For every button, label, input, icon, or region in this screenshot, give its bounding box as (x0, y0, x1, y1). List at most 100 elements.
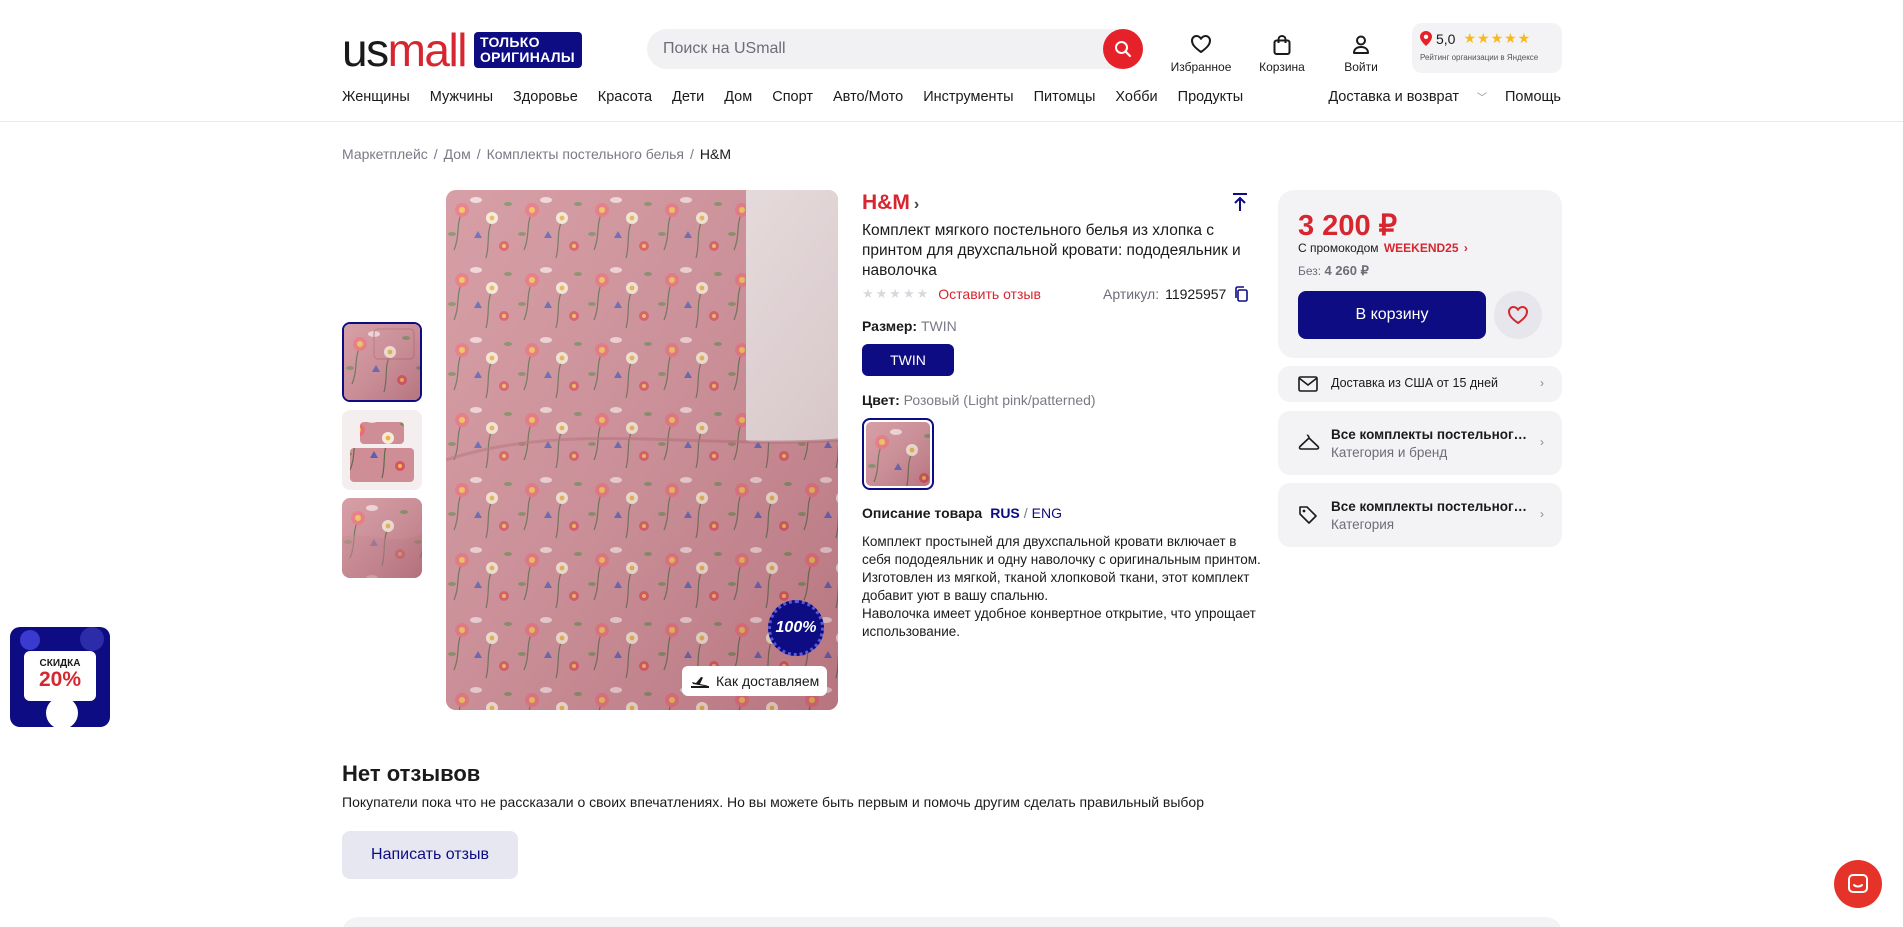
size-option-twin[interactable]: TWIN (862, 344, 954, 376)
help-link[interactable]: Помощь (1505, 89, 1561, 105)
search-icon (1115, 41, 1132, 58)
thumbnail-image (342, 498, 422, 578)
brand-category-subtitle: Категория и бренд (1331, 445, 1448, 460)
without-label: Без: (1298, 264, 1322, 278)
hanger-icon (1298, 434, 1320, 450)
how-we-deliver-button[interactable]: Как доставляем (682, 666, 828, 696)
gallery-thumbnail-1[interactable] (342, 322, 422, 402)
tag-icon (1299, 506, 1317, 524)
usmall-logo[interactable]: us mall ТОЛЬКО ОРИГИНАЛЫ (342, 24, 582, 76)
nav-hobby[interactable]: Хобби (1115, 89, 1157, 105)
nav-beauty[interactable]: Красота (598, 89, 652, 105)
login-link[interactable]: Войти (1321, 34, 1401, 74)
price-without-promo: Без: 4 260 ₽ (1298, 263, 1369, 279)
nav-men[interactable]: Мужчины (430, 89, 493, 105)
chat-widget-button[interactable] (1834, 860, 1882, 908)
copy-icon[interactable] (1234, 286, 1249, 302)
breadcrumb-separator: / (476, 146, 481, 162)
breadcrumb-marketplace[interactable]: Маркетплейс (342, 146, 428, 162)
gallery-thumbnail-2[interactable] (342, 410, 422, 490)
product-title: Комплект мягкого постельного белья из хл… (862, 222, 1241, 279)
nav-sport[interactable]: Спорт (772, 89, 813, 105)
nav-auto-moto[interactable]: Авто/Мото (833, 89, 903, 105)
description-header: Описание товара RUS / ENG (862, 505, 1062, 521)
color-label: Цвет: (862, 392, 900, 408)
lang-rus-toggle[interactable]: RUS (990, 505, 1020, 521)
search-input[interactable] (663, 29, 1083, 69)
user-icon (1353, 35, 1369, 54)
product-rating-row: ★★★★★ Оставить отзыв (862, 286, 1041, 302)
nav-women[interactable]: Женщины (342, 89, 410, 105)
decor-ball (80, 627, 104, 651)
description-label: Описание товара (862, 505, 983, 521)
favorites-link[interactable]: Избранное (1161, 34, 1241, 74)
nav-food[interactable]: Продукты (1178, 89, 1244, 105)
product-description: Комплект простыней для двухспальной кров… (862, 534, 1261, 639)
reviews-subtitle: Покупатели пока что не рассказали о свои… (342, 794, 1204, 810)
nav-tools[interactable]: Инструменты (923, 89, 1013, 105)
rating-value: 5,0 (1436, 30, 1456, 47)
category-title: Все комплекты постельного белья (1331, 499, 1531, 514)
rating-stars: ★★★★★ (1463, 30, 1532, 46)
favorites-label: Избранное (1170, 60, 1232, 74)
write-review-button[interactable]: Написать отзыв (342, 831, 518, 879)
lang-eng-toggle[interactable]: ENG (1032, 505, 1062, 521)
chat-icon (1848, 874, 1868, 893)
chevron-right-icon: › (1540, 376, 1544, 390)
originals-100-badge: 100% (768, 600, 824, 656)
chevron-right-icon: › (913, 196, 920, 213)
breadcrumb-separator: / (433, 146, 438, 162)
promo-line[interactable]: С промокодом WEEKEND25 › (1298, 241, 1468, 255)
scroll-top-icon[interactable] (1231, 192, 1249, 217)
article-label: Артикул: (1103, 286, 1160, 302)
leave-review-link[interactable]: Оставить отзыв (938, 286, 1041, 302)
thumbnail-image (344, 324, 420, 400)
decor-ball (20, 630, 40, 650)
nav-kids[interactable]: Дети (672, 89, 704, 105)
login-label: Войти (1344, 60, 1378, 74)
color-swatch-pink[interactable] (862, 418, 934, 490)
reviews-title: Нет отзывов (342, 761, 481, 786)
brand-link[interactable]: H&M › (862, 191, 919, 215)
add-to-cart-button[interactable]: В корзину (1298, 291, 1486, 339)
nav-health[interactable]: Здоровье (513, 89, 578, 105)
brand-category-link[interactable]: Все комплекты постельного белья H&M Кате… (1278, 411, 1562, 475)
delivery-info[interactable]: Доставка из США от 15 дней › (1278, 366, 1562, 402)
promo-code: WEEKEND25 (1383, 241, 1459, 255)
size-value: TWIN (920, 318, 957, 334)
chevron-right-icon: › (1540, 507, 1544, 521)
product-main-photo[interactable]: 100% Как доставляем (446, 190, 838, 710)
chevron-down-icon: ﹀ (1476, 93, 1487, 104)
yandex-rating[interactable]: 5,0 ★★★★★ Рейтинг организации в Яндексе (1412, 23, 1562, 73)
delivery-returns-link[interactable]: Доставка и возврат ﹀ (1310, 89, 1487, 105)
chevron-right-icon: › (1540, 435, 1544, 449)
price: 3 200 ₽ (1298, 210, 1398, 242)
promo-text: С промокодом (1298, 241, 1379, 255)
color-swatch-image (866, 422, 930, 486)
logo-originals-badge: ТОЛЬКО ОРИГИНАЛЫ (473, 32, 582, 68)
gallery-thumbnail-3[interactable] (342, 498, 422, 578)
breadcrumb: Маркетплейс / Дом / Комплекты постельного … (342, 146, 731, 162)
nav-home[interactable]: Дом (724, 89, 752, 105)
rating-caption: Рейтинг организации в Яндексе (1420, 53, 1539, 62)
nav-pets[interactable]: Питомцы (1034, 89, 1096, 105)
search-button[interactable] (1103, 29, 1143, 69)
breadcrumb-home[interactable]: Дом (444, 146, 471, 162)
category-subtitle: Категория (1331, 517, 1395, 532)
brand-name: H&M (862, 191, 910, 214)
logo-mall: mall (387, 24, 468, 76)
heart-icon (1508, 306, 1528, 324)
add-to-favorites-button[interactable] (1494, 291, 1542, 339)
plane-icon (691, 677, 709, 688)
service-nav: Доставка и возврат ﹀ Помощь (1292, 89, 1561, 105)
delivery-returns-label: Доставка и возврат (1328, 89, 1459, 105)
location-pin-icon (1420, 31, 1432, 46)
category-link[interactable]: Все комплекты постельного белья Категори… (1278, 483, 1562, 547)
breadcrumb-bedding[interactable]: Комплекты постельного белья (487, 146, 684, 162)
cart-link[interactable]: Корзина (1242, 34, 1322, 74)
buy-card: 3 200 ₽ С промокодом WEEKEND25 › Без: 4 … (1278, 190, 1562, 358)
sale-20-banner[interactable]: СКИДКА 20% (10, 627, 110, 727)
logo-badge-line2: ОРИГИНАЛЫ (479, 49, 575, 65)
old-price: 4 260 ₽ (1324, 263, 1369, 278)
color-value: Розовый (Light pink/patterned) (903, 392, 1096, 408)
